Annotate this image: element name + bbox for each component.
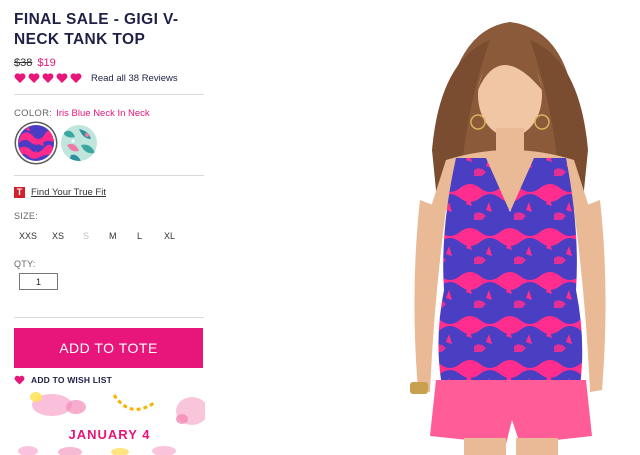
heart-icon: [28, 73, 40, 83]
add-to-tote-button[interactable]: ADD TO TOTE: [14, 328, 203, 368]
divider: [14, 317, 204, 318]
heart-icon: [14, 73, 26, 83]
read-reviews-link[interactable]: Read all 38 Reviews: [91, 73, 178, 84]
iris-blue-swatch[interactable]: [18, 125, 54, 161]
promo-date: JANUARY 4: [68, 427, 151, 442]
rating-row: Read all 38 Reviews: [14, 71, 178, 85]
size-option-m[interactable]: M: [109, 231, 117, 241]
mint-print-swatch[interactable]: [61, 125, 97, 161]
price-row: $38 $19: [14, 57, 56, 69]
mint-print-icon: [61, 125, 97, 161]
heart-icon: [14, 375, 25, 385]
product-title: FINAL SALE - GIGI V-NECK TANK TOP: [14, 11, 179, 48]
heart-icon: [70, 73, 82, 83]
divider: [14, 175, 204, 176]
promo-banner[interactable]: JANUARY 4: [14, 389, 205, 455]
quantity-input[interactable]: [19, 273, 58, 290]
heart-icon: [42, 73, 54, 83]
true-fit-link[interactable]: Find Your True Fit: [31, 187, 106, 198]
size-option-xs[interactable]: XS: [52, 231, 64, 241]
true-fit-icon: T: [14, 187, 25, 198]
product-model-photo: [410, 22, 606, 455]
selected-color-name: Iris Blue Neck In Neck: [56, 108, 150, 119]
wishlist-label: ADD TO WISH LIST: [31, 375, 112, 385]
add-to-wishlist-link[interactable]: ADD TO WISH LIST: [14, 375, 112, 385]
size-options: XXS XS S M L XL: [14, 231, 204, 243]
color-label-row: COLOR: Iris Blue Neck In Neck: [14, 108, 150, 119]
watercolor-decoration-icon: [18, 392, 205, 455]
divider: [14, 94, 204, 95]
sale-price: $19: [37, 57, 56, 69]
heart-icon: [56, 73, 68, 83]
rating-hearts: [14, 72, 82, 84]
size-option-xxs[interactable]: XXS: [19, 231, 37, 241]
size-option-l[interactable]: L: [137, 231, 142, 241]
true-fit-row: T Find Your True Fit: [14, 187, 106, 198]
iris-blue-print-icon: [18, 125, 54, 161]
size-option-xl[interactable]: XL: [164, 231, 175, 241]
size-option-s-unavailable: S: [83, 231, 90, 241]
quantity-label: QTY:: [14, 259, 36, 269]
product-details-panel: FINAL SALE - GIGI V-NECK TANK TOP $38 $1…: [14, 0, 205, 455]
original-price: $38: [14, 57, 33, 69]
size-label: SIZE:: [14, 211, 39, 221]
color-label: COLOR:: [14, 108, 53, 119]
